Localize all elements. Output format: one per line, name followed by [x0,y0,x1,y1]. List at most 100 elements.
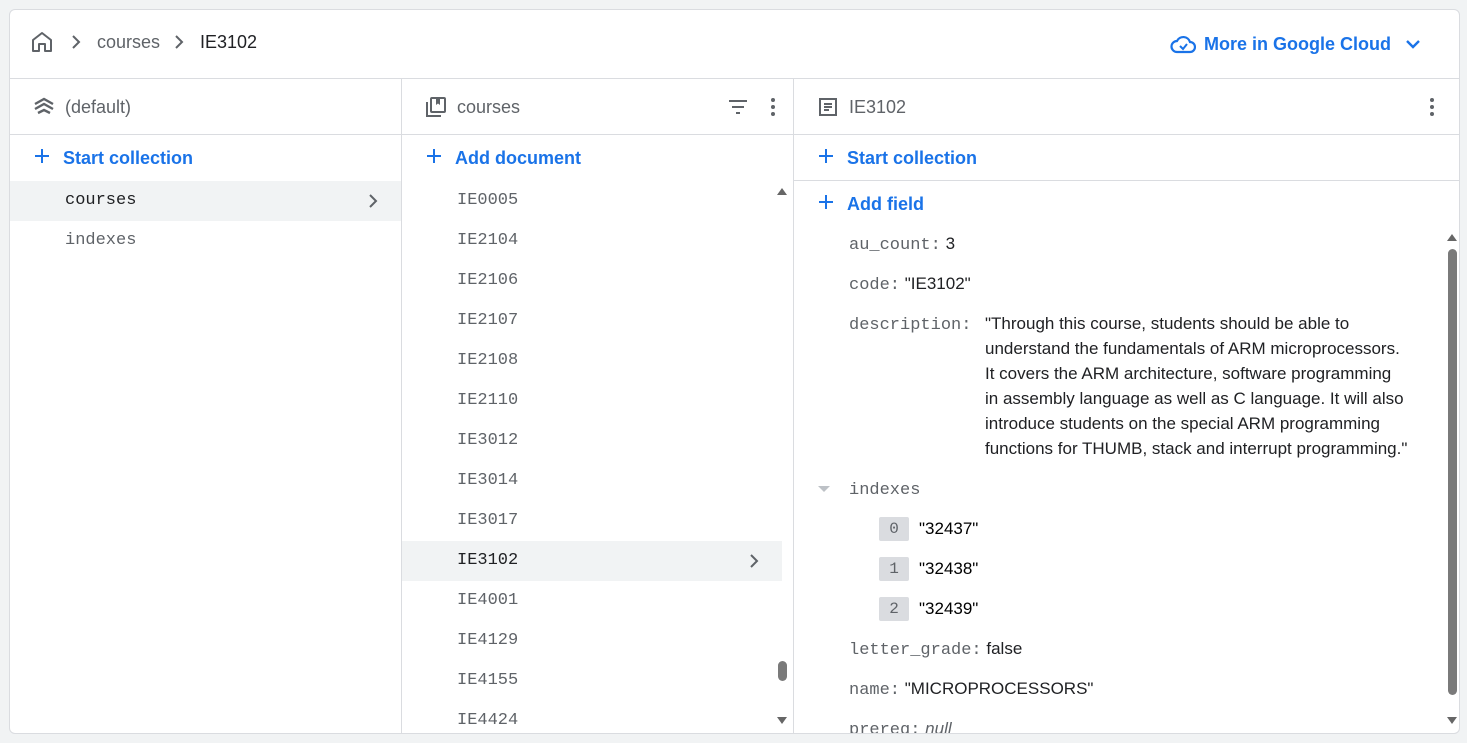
start-subcollection-button[interactable]: Start collection [794,135,1459,181]
add-document-label: Add document [455,148,581,168]
document-item[interactable]: IE3014 [402,461,782,501]
field-value: "MICROPROCESSORS" [904,679,1094,698]
array-value: "32439" [919,599,979,618]
description-line: "Through this course, students should be… [985,314,1350,333]
chevron-right-icon [369,194,378,208]
breadcrumb-courses[interactable]: courses [97,32,160,53]
plus-icon [427,149,441,163]
chevron-down-icon [1406,40,1420,49]
array-item[interactable]: 1 "32438" [879,557,978,581]
array-value: "32437" [919,519,979,538]
document-item[interactable]: IE2104 [402,221,782,261]
scroll-up-icon[interactable] [777,187,787,195]
field-key: indexes [849,481,921,500]
more-vert-icon[interactable] [761,95,785,119]
breadcrumb-current: IE3102 [200,32,258,52]
add-field-button[interactable]: Add field [794,181,1459,227]
field-key: au_count: [849,236,941,255]
document-id: IE2106 [457,271,519,290]
collection-icon [426,97,446,117]
document-item[interactable]: IE2110 [402,381,782,421]
document-list-scrollbar[interactable] [775,181,789,733]
document-item[interactable]: IE2107 [402,301,782,341]
field-list-scrollbar[interactable] [1445,227,1459,733]
document-item[interactable]: IE4129 [402,621,782,661]
collection-item-label: indexes [65,231,137,250]
document-item[interactable]: IE4424 [402,701,782,733]
document-id: IE2108 [457,351,519,370]
more-in-google-cloud-label: More in Google Cloud [1204,33,1391,54]
array-index: 0 [879,517,909,541]
description-line: It covers the ARM architecture, software… [985,364,1392,383]
document-item-selected[interactable]: IE3102 [402,541,782,581]
start-collection-button[interactable]: Start collection [10,135,401,181]
database-layers-icon [34,97,54,115]
cloud-icon [1170,35,1196,54]
filter-icon[interactable] [726,95,750,119]
document-item[interactable]: IE3012 [402,421,782,461]
document-id: IE3017 [457,511,519,530]
scroll-up-icon[interactable] [1447,233,1457,241]
document-id: IE2107 [457,311,519,330]
scrollbar-thumb[interactable] [1448,249,1457,695]
document-id: IE2110 [457,391,519,410]
more-in-google-cloud-button[interactable]: More in Google Cloud [1170,30,1429,58]
collection-item-courses[interactable]: courses [10,181,401,221]
more-vert-icon[interactable] [1420,95,1444,119]
scroll-down-icon[interactable] [777,717,787,725]
collapse-arrow-icon[interactable] [817,484,831,494]
chevron-right-icon [750,554,759,568]
field-description[interactable]: description: [849,314,971,335]
field-letter-grade[interactable]: letter_grade: false [849,639,1022,660]
description-line: in assembly language as well as C langua… [985,389,1404,408]
field-description-value: "Through this course, students should be… [985,311,1435,461]
description-line: introduce students on the special ARM pr… [985,414,1380,433]
document-item[interactable]: IE2108 [402,341,782,381]
field-indexes[interactable]: indexes [849,479,920,500]
document-item[interactable]: IE4001 [402,581,782,621]
field-value: null [925,719,952,734]
field-value: false [986,639,1023,658]
scroll-down-icon[interactable] [1447,717,1457,725]
document-item[interactable]: IE3017 [402,501,782,541]
document-item[interactable]: IE0005 [402,181,782,221]
field-name[interactable]: name: "MICROPROCESSORS" [849,679,1093,700]
chevron-right-icon [175,35,184,49]
add-document-button[interactable]: Add document [402,135,793,181]
database-title: (default) [65,97,132,117]
field-key: letter_grade: [849,641,982,660]
array-value: "32438" [919,559,979,578]
collection-item-indexes[interactable]: indexes [10,221,401,261]
array-item[interactable]: 2 "32439" [879,597,978,621]
document-id: IE3012 [457,431,519,450]
array-item[interactable]: 0 "32437" [879,517,978,541]
document-title: IE3102 [849,97,907,117]
plus-icon [819,149,833,163]
document-id: IE4155 [457,671,519,690]
firestore-data-panel: courses IE3102 More in Google Cloud (def… [9,9,1460,734]
column-header: courses [402,79,793,135]
array-index: 2 [879,597,909,621]
plus-icon [819,195,833,209]
column-header: IE3102 [794,79,1459,135]
start-collection-label: Start collection [63,148,194,168]
document-id: IE4001 [457,591,519,610]
start-collection-label: Start collection [847,148,978,168]
scrollbar-thumb[interactable] [778,661,787,681]
home-icon[interactable] [30,30,54,54]
description-line: functions for THUMB, stack and interrupt… [985,439,1408,458]
plus-icon [35,149,49,163]
field-au-count[interactable]: au_count: 3 [849,234,955,255]
field-key: name: [849,681,901,700]
chevron-right-icon [72,35,81,49]
document-item[interactable]: IE2106 [402,261,782,301]
field-code[interactable]: code: "IE3102" [849,274,971,295]
document-id: IE3014 [457,471,519,490]
collection-item-label: courses [65,191,137,210]
document-item[interactable]: IE4155 [402,661,782,701]
field-key: prereq: [849,721,921,734]
column-header: (default) [10,79,401,135]
field-prereq[interactable]: prereq: null [849,719,952,734]
add-field-label: Add field [847,194,924,214]
document-icon [819,98,837,116]
